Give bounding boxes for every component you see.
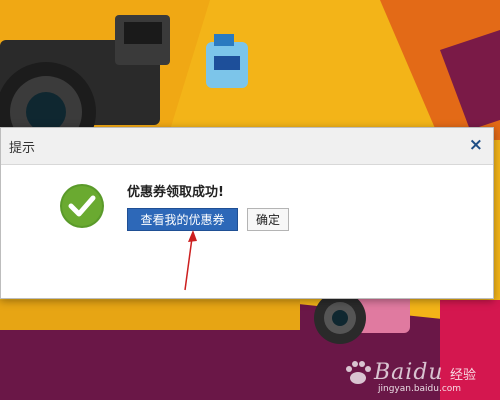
watermark-brand-cn: 经验 [450, 368, 477, 383]
dialog-titlebar: 提示 × [1, 128, 493, 165]
dialog-title: 提示 [9, 141, 36, 156]
view-my-coupons-button[interactable]: 查看我的优惠券 [127, 208, 238, 231]
success-dialog: 提示 × 优惠券领取成功! 查看我的优惠券 确定 [0, 127, 494, 299]
paw-icon [346, 361, 371, 384]
close-icon[interactable]: × [469, 136, 483, 154]
check-circle-icon [60, 184, 104, 228]
success-message: 优惠券领取成功! [127, 185, 224, 200]
detergent-bottle-image [206, 34, 248, 88]
confirm-button[interactable]: 确定 [247, 208, 289, 231]
watermark-url: jingyan.baidu.com [378, 384, 462, 394]
baidu-watermark: Baidu 经验 jingyan.baidu.com [340, 354, 496, 396]
watermark-brand: Baidu [374, 360, 444, 385]
